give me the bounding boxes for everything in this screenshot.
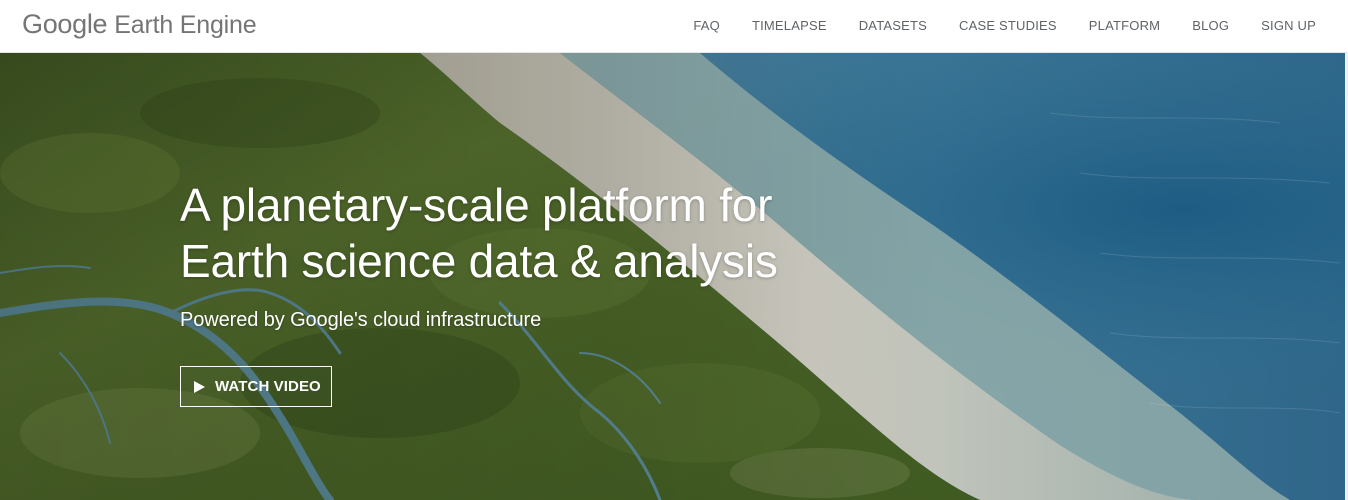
hero-content: A planetary-scale platform for Earth sci…	[180, 177, 940, 407]
nav-item-blog[interactable]: BLOG	[1176, 0, 1245, 52]
google-earth-engine-logo[interactable]: Google Earth Engine	[22, 9, 257, 40]
play-icon	[194, 380, 205, 393]
watch-video-button[interactable]: WATCH VIDEO	[180, 366, 332, 407]
nav-item-timelapse[interactable]: TIMELAPSE	[736, 0, 843, 52]
nav-item-sign-up[interactable]: SIGN UP	[1245, 0, 1316, 52]
main-nav: FAQ TIMELAPSE DATASETS CASE STUDIES PLAT…	[677, 0, 1316, 52]
nav-item-faq[interactable]: FAQ	[677, 0, 736, 52]
hero-title-line-1: A planetary-scale platform for	[180, 179, 773, 231]
hero-title-line-2: Earth science data & analysis	[180, 235, 778, 287]
nav-item-case-studies[interactable]: CASE STUDIES	[943, 0, 1073, 52]
nav-item-platform[interactable]: PLATFORM	[1073, 0, 1176, 52]
nav-item-datasets[interactable]: DATASETS	[843, 0, 943, 52]
watch-video-label: WATCH VIDEO	[215, 378, 321, 395]
brand-product-text: Earth Engine	[114, 11, 257, 39]
hero-title: A planetary-scale platform for Earth sci…	[180, 177, 940, 289]
hero-subtitle: Powered by Google's cloud infrastructure	[180, 309, 542, 331]
brand-google-text: Google	[22, 9, 108, 39]
top-navigation-bar: Google Earth Engine FAQ TIMELAPSE DATASE…	[0, 0, 1348, 53]
hero-section: A planetary-scale platform for Earth sci…	[0, 53, 1345, 500]
